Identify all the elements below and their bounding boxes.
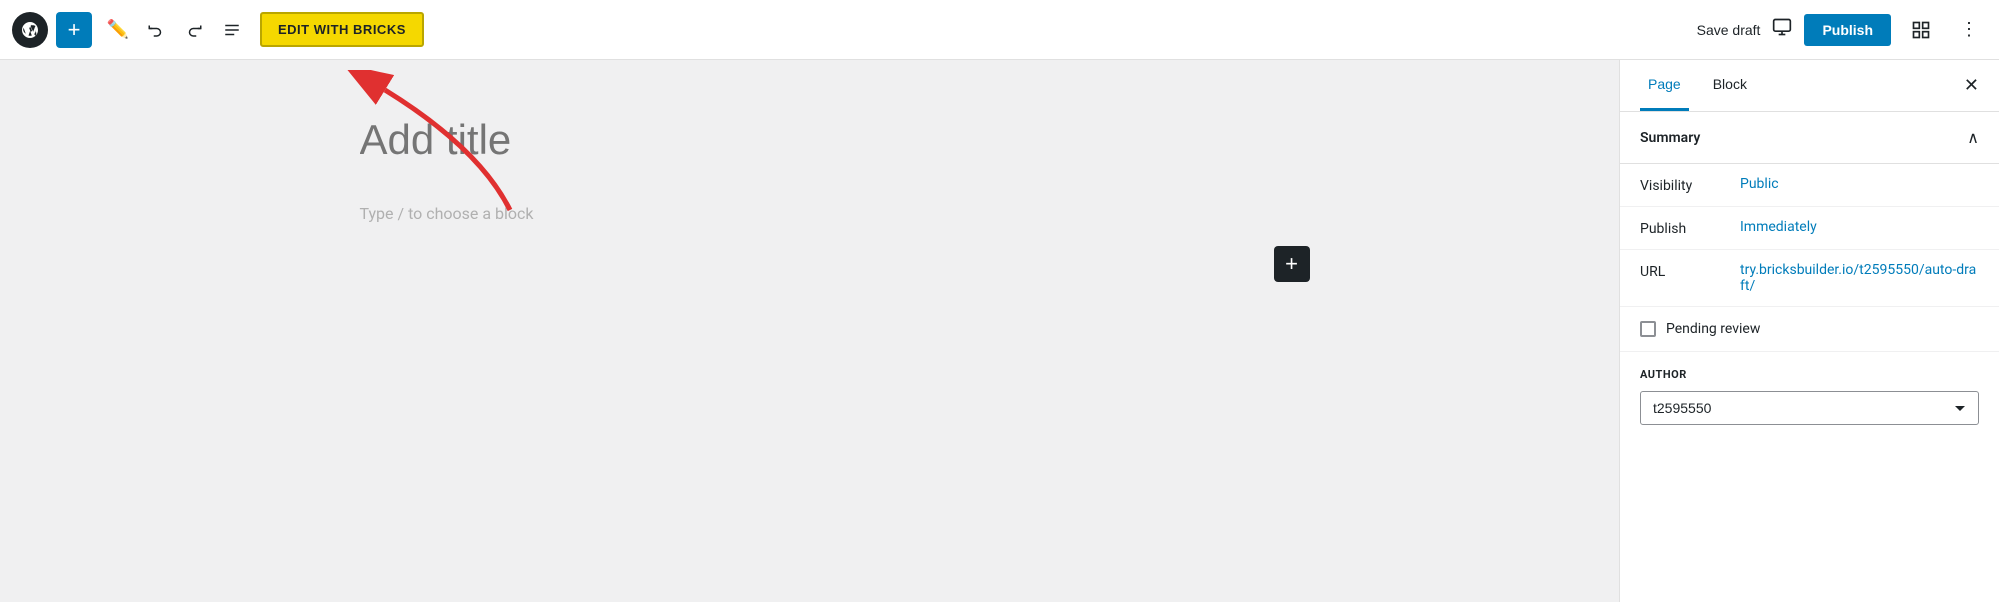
- chevron-up-icon: ∧: [1967, 128, 1979, 147]
- toolbar: + ✏️ EDIT WITH BRICKS Save draft Publish…: [0, 0, 1999, 60]
- pending-review-row: Pending review: [1620, 307, 1999, 352]
- sidebar-close-button[interactable]: ✕: [1964, 75, 1979, 96]
- more-options-button[interactable]: ⋮: [1951, 12, 1987, 48]
- author-select[interactable]: t2595550: [1640, 391, 1979, 425]
- publish-row: Publish Immediately: [1620, 207, 1999, 250]
- visibility-value[interactable]: Public: [1740, 176, 1779, 192]
- url-row: URL try.bricksbuilder.io/t2595550/auto-d…: [1620, 250, 1999, 307]
- url-link[interactable]: try.bricksbuilder.io/t2595550/auto-draft…: [1740, 262, 1976, 294]
- url-value[interactable]: try.bricksbuilder.io/t2595550/auto-draft…: [1740, 262, 1979, 294]
- add-block-toolbar-button[interactable]: +: [56, 12, 92, 48]
- editor-canvas: Type / to choose a block +: [360, 108, 1260, 231]
- list-view-button[interactable]: [214, 12, 250, 48]
- publish-value[interactable]: Immediately: [1740, 219, 1817, 235]
- redo-button[interactable]: [176, 12, 212, 48]
- main-layout: Type / to choose a block + Page Block: [0, 60, 1999, 602]
- visibility-label: Visibility: [1640, 176, 1740, 194]
- wp-logo: [12, 12, 48, 48]
- save-draft-button[interactable]: Save draft: [1697, 22, 1761, 38]
- pending-review-label: Pending review: [1666, 321, 1760, 337]
- undo-button[interactable]: [138, 12, 174, 48]
- sidebar-tabs: Page Block ✕: [1620, 60, 1999, 112]
- page-title-input[interactable]: [360, 108, 1260, 172]
- tab-page[interactable]: Page: [1640, 60, 1689, 111]
- author-label: AUTHOR: [1640, 368, 1979, 381]
- summary-section: Summary ∧ Visibility Public Publish Imme…: [1620, 112, 1999, 441]
- editor-area: Type / to choose a block +: [0, 60, 1619, 602]
- wordpress-icon: [20, 20, 40, 40]
- pending-review-checkbox[interactable]: [1640, 321, 1656, 337]
- pen-tool-button[interactable]: ✏️: [100, 12, 136, 48]
- sidebar: Page Block ✕ Summary ∧ Visibility Public…: [1619, 60, 1999, 602]
- summary-section-header[interactable]: Summary ∧: [1620, 112, 1999, 164]
- tab-block[interactable]: Block: [1705, 60, 1755, 111]
- settings-button[interactable]: [1903, 12, 1939, 48]
- publish-button[interactable]: Publish: [1804, 14, 1891, 46]
- block-placeholder[interactable]: Type / to choose a block: [360, 196, 1260, 231]
- url-label: URL: [1640, 262, 1740, 280]
- toolbar-right: Save draft Publish ⋮: [1697, 12, 1987, 48]
- visibility-row: Visibility Public: [1620, 164, 1999, 207]
- edit-with-bricks-button[interactable]: EDIT WITH BRICKS: [260, 12, 424, 47]
- author-section: AUTHOR t2595550: [1620, 352, 1999, 441]
- preview-button[interactable]: [1772, 17, 1792, 42]
- add-block-inline-button[interactable]: +: [1274, 246, 1310, 282]
- publish-label: Publish: [1640, 219, 1740, 237]
- summary-title: Summary: [1640, 130, 1700, 146]
